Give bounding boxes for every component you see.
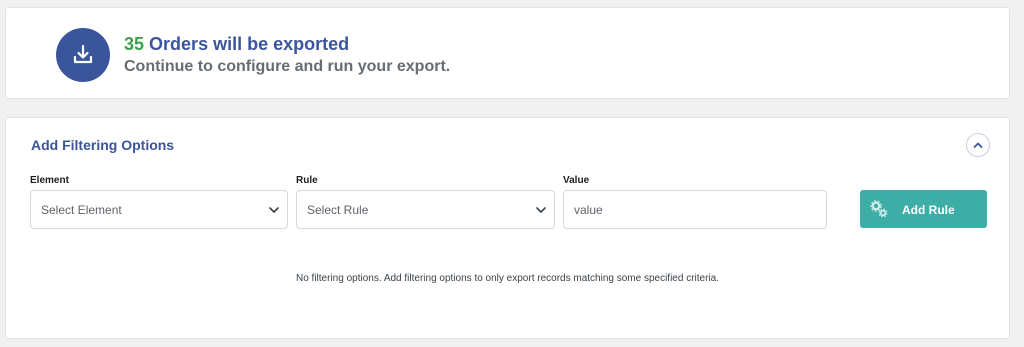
chevron-down-icon xyxy=(269,207,279,213)
element-select[interactable]: Select Element xyxy=(30,190,288,229)
element-select-value: Select Element xyxy=(41,202,122,217)
empty-filters-message: No filtering options. Add filtering opti… xyxy=(296,273,719,284)
gears-icon xyxy=(870,200,888,218)
chevron-up-icon xyxy=(973,142,983,148)
export-summary-card: 35 Orders will be exported Continue to c… xyxy=(5,7,1010,99)
collapse-button[interactable] xyxy=(966,133,990,157)
value-input[interactable] xyxy=(563,190,827,229)
value-label: Value xyxy=(563,175,590,186)
export-title-text: Orders will be exported xyxy=(149,34,350,54)
export-title: 35 Orders will be exported xyxy=(124,34,349,55)
export-count: 35 xyxy=(124,34,145,54)
chevron-down-icon xyxy=(536,207,546,213)
add-rule-button[interactable]: Add Rule xyxy=(860,190,987,228)
export-subtitle: Continue to configure and run your expor… xyxy=(124,58,451,75)
rule-label: Rule xyxy=(296,175,318,186)
filtering-options-card: Add Filtering Options Element Select Ele… xyxy=(5,117,1010,339)
add-rule-label: Add Rule xyxy=(902,203,955,217)
element-label: Element xyxy=(30,175,69,186)
filter-section-title: Add Filtering Options xyxy=(31,137,175,153)
rule-select[interactable]: Select Rule xyxy=(296,190,555,229)
download-icon xyxy=(56,28,110,82)
rule-select-value: Select Rule xyxy=(307,202,369,217)
